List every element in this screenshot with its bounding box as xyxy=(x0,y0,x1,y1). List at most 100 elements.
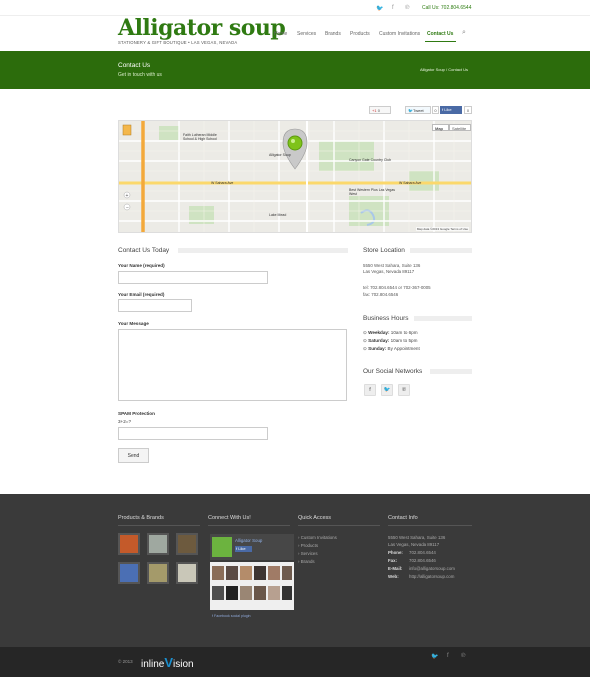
nav-products[interactable]: Products xyxy=(350,31,370,37)
facebook-icon[interactable]: f xyxy=(447,653,449,659)
quick-link-custom-invitations[interactable]: › Custom Invitations xyxy=(298,535,337,540)
map-credit-text: Map data ©2013 Google xyxy=(416,227,450,231)
name-input[interactable] xyxy=(118,271,268,284)
store-fax: fax: 702.804.6546 xyxy=(363,292,399,297)
map-label-sahara: W Sahara Ave xyxy=(211,181,234,185)
twitter-icon[interactable]: 🐦 xyxy=(381,384,393,396)
map-view-tab[interactable]: Map xyxy=(432,124,449,131)
bottom-bar xyxy=(0,647,590,677)
page-title: Contact Us xyxy=(118,62,151,69)
store-address-line2: Las Vegas, Nevada 89117 xyxy=(363,269,415,274)
section-divider xyxy=(178,248,348,253)
store-tel: tel: 702.804.6544 or 702-367-0005 xyxy=(363,285,431,290)
map-canvas[interactable]: + − xyxy=(119,121,472,233)
map-label-sahara-east: W Sahara Ave xyxy=(399,181,422,185)
map-label-best-western: Best Western Plus Las Vegas West xyxy=(349,188,396,196)
hours-row: ⊙ Sunday: By Appointment xyxy=(363,346,420,352)
quick-link-label: Brands xyxy=(300,559,315,564)
product-thumbnail[interactable] xyxy=(176,562,198,584)
hours-value: 10am to 5pm xyxy=(390,338,418,343)
send-button[interactable]: Send xyxy=(118,448,149,463)
gplus-label: +1 xyxy=(372,108,377,113)
map-terms-link[interactable]: Terms of Use xyxy=(450,227,468,231)
google-map[interactable]: + − Map Satellite Alligator Soup W Sahar… xyxy=(118,120,472,233)
footer xyxy=(0,494,590,647)
satellite-view-tab[interactable]: Satellite xyxy=(449,124,471,131)
copyright: © 2013 xyxy=(118,659,133,664)
footer-email[interactable]: info@alligatorsoup.com xyxy=(409,566,455,571)
call-us-phone[interactable]: Call Us: 702.804.6544 xyxy=(422,5,471,11)
clock-icon: ⊙ xyxy=(363,330,367,335)
product-thumbnail[interactable] xyxy=(118,533,140,555)
business-hours-heading: Business Hours xyxy=(363,315,409,322)
footer-fax: 702.804.6546 xyxy=(409,558,436,563)
tweet-button[interactable]: 🐦Tweet xyxy=(405,106,431,114)
vendor-logo-v: V xyxy=(164,655,174,670)
nav-contact-us[interactable]: Contact Us xyxy=(427,31,453,37)
fb-like-label: Like xyxy=(238,546,246,551)
nav-custom-invitations[interactable]: Custom Invitations xyxy=(379,31,420,37)
email-input[interactable] xyxy=(118,299,192,312)
google-plus-button[interactable]: +1 0 xyxy=(369,106,391,114)
footer-divider xyxy=(298,525,380,526)
section-divider xyxy=(430,369,472,374)
facebook-icon[interactable]: f xyxy=(392,5,394,11)
footer-phone-label: Phone: xyxy=(388,550,403,555)
pinterest-icon[interactable]: ℗ xyxy=(398,384,410,396)
product-thumbnail[interactable] xyxy=(176,533,198,555)
footer-contact-heading: Contact Info xyxy=(388,515,418,521)
like-count: 0 xyxy=(464,106,472,114)
pinterest-icon[interactable]: ℗ xyxy=(405,5,409,11)
quick-link-label: Services xyxy=(300,551,318,556)
footer-email-label: E-Mail: xyxy=(388,566,403,571)
facebook-fans-grid xyxy=(210,562,294,610)
spam-question: 3+2=? xyxy=(118,419,132,424)
facebook-like-button[interactable]: f Like xyxy=(235,546,252,552)
nav-brands[interactable]: Brands xyxy=(325,31,341,37)
twitter-icon[interactable]: 🐦 xyxy=(376,5,383,12)
footer-quick-heading: Quick Access xyxy=(298,515,332,521)
page-subtitle: Get in touch with us xyxy=(118,72,162,78)
clock-icon: ⊙ xyxy=(363,338,367,343)
clock-icon: ⊙ xyxy=(363,346,367,351)
quick-link-products[interactable]: › Products xyxy=(298,543,318,548)
footer-web-label: Web: xyxy=(388,574,399,579)
facebook-icon: f xyxy=(212,614,213,618)
footer-fax-label: Fax: xyxy=(388,558,398,563)
vendor-logo-suffix: ision xyxy=(173,659,194,670)
footer-divider xyxy=(388,525,472,526)
map-label-canyon-gate: Canyon Gate Country Club xyxy=(349,158,392,162)
facebook-page-widget[interactable]: Alligator Soup f Like xyxy=(210,534,294,560)
footer-web[interactable]: http://alligatorsoup.com xyxy=(409,574,454,579)
pinterest-icon[interactable]: ℗ xyxy=(461,653,465,659)
message-textarea[interactable] xyxy=(118,329,347,401)
nav-services[interactable]: Services xyxy=(297,31,316,37)
nav-active-indicator xyxy=(425,41,456,42)
facebook-icon[interactable]: f xyxy=(364,384,376,396)
spam-answer-input[interactable] xyxy=(118,427,268,440)
footer-phone[interactable]: 702.804.6544 xyxy=(409,550,436,555)
facebook-like-button[interactable]: f Like xyxy=(440,106,462,114)
nav-home[interactable]: Home xyxy=(274,31,287,37)
facebook-page-avatar xyxy=(212,537,232,557)
facebook-page-name[interactable]: Alligator Soup xyxy=(235,538,262,543)
site-logo[interactable]: Alligator soup xyxy=(118,15,286,41)
hours-value: 10am to 6pm xyxy=(390,330,418,335)
product-thumbnail[interactable] xyxy=(147,533,169,555)
breadcrumb[interactable]: Alligator Soup / Contact Us xyxy=(420,67,468,72)
tweet-label: Tweet xyxy=(412,108,424,113)
like-label: Like xyxy=(444,107,452,112)
product-thumbnail[interactable] xyxy=(118,562,140,584)
store-location-heading: Store Location xyxy=(363,247,405,254)
twitter-icon[interactable]: 🐦 xyxy=(431,653,438,660)
vendor-logo-prefix: inline xyxy=(141,659,165,670)
footer-address-line1: 5550 West Sahara, Suite 136 xyxy=(388,535,446,540)
product-thumbnail[interactable] xyxy=(147,562,169,584)
vendor-logo[interactable]: inlineVision xyxy=(141,655,194,670)
search-icon[interactable]: ⌕ xyxy=(462,29,466,37)
facebook-social-plugin-link[interactable]: f Facebook social plugin xyxy=(212,614,251,618)
hours-day: Saturday: xyxy=(368,338,390,343)
quick-link-services[interactable]: › Services xyxy=(298,551,318,556)
gplus-count: 0 xyxy=(377,108,380,113)
quick-link-brands[interactable]: › Brands xyxy=(298,559,315,564)
